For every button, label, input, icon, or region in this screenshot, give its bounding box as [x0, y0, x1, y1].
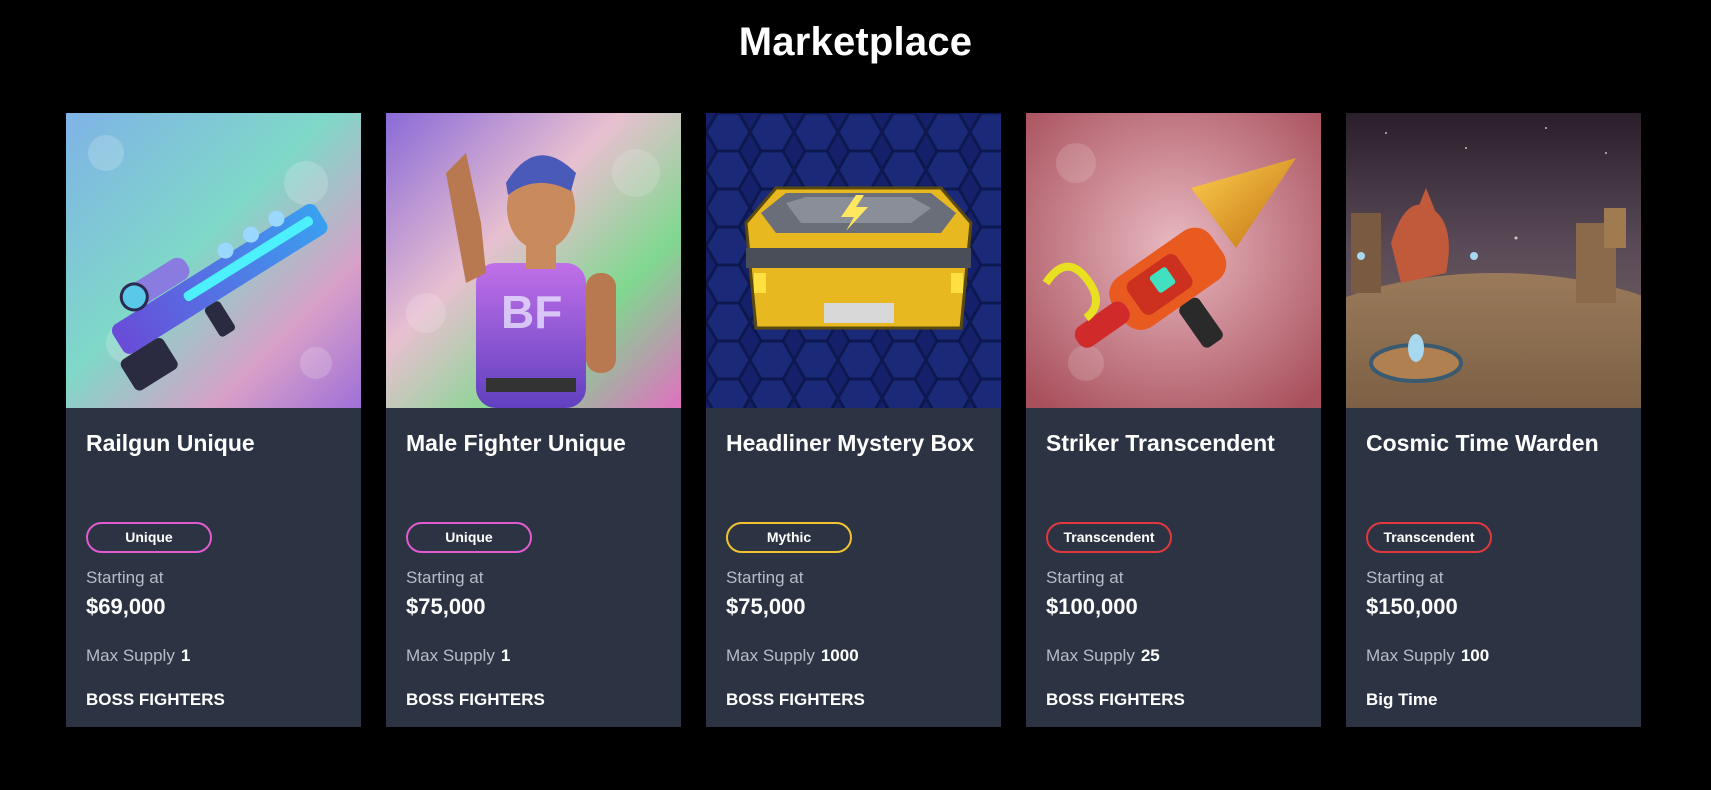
max-supply-value: 1 — [500, 646, 511, 665]
starting-at-label: Starting at — [1366, 568, 1444, 587]
product-card-headliner-mystery-box[interactable]: Headliner Mystery Box Mythic Starting at… — [706, 113, 1001, 727]
drill-gun-weapon-image — [1026, 113, 1321, 408]
rarity-badge: Mythic — [726, 522, 852, 553]
product-card-cosmic-time-warden[interactable]: Cosmic Time Warden Transcendent Starting… — [1346, 113, 1641, 727]
max-supply: Max Supply 100 — [1366, 646, 1489, 666]
svg-text:BF: BF — [501, 286, 562, 338]
brand-name: BOSS FIGHTERS — [1046, 690, 1185, 709]
max-supply-label: Max Supply — [726, 646, 815, 665]
max-supply-value: 100 — [1460, 646, 1490, 665]
rarity-badge: Transcendent — [1366, 522, 1492, 553]
male-fighter-character-image: BF — [386, 113, 681, 408]
max-supply-value: 25 — [1140, 646, 1160, 665]
product-name: Cosmic Time Warden — [1366, 430, 1599, 456]
max-supply-label: Max Supply — [1046, 646, 1135, 665]
max-supply-label: Max Supply — [1366, 646, 1455, 665]
brand-name: BOSS FIGHTERS — [726, 690, 865, 709]
starting-at-label: Starting at — [406, 568, 484, 587]
brand-name: BOSS FIGHTERS — [86, 690, 225, 709]
max-supply-label: Max Supply — [406, 646, 495, 665]
price: $75,000 — [726, 594, 806, 619]
max-supply-value: 1 — [180, 646, 191, 665]
price: $150,000 — [1366, 594, 1458, 619]
product-name: Headliner Mystery Box — [726, 430, 974, 456]
railgun-weapon-image — [66, 113, 361, 408]
starting-at-label: Starting at — [1046, 568, 1124, 587]
product-name: Railgun Unique — [86, 430, 255, 456]
page-title: Marketplace — [738, 20, 973, 64]
brand-name: Big Time — [1366, 690, 1438, 709]
rarity-badge: Unique — [406, 522, 532, 553]
max-supply: Max Supply 1 — [86, 646, 190, 666]
product-card-striker-transcendent[interactable]: Striker Transcendent Transcendent Starti… — [1026, 113, 1321, 727]
product-card-male-fighter-unique[interactable]: BF Male Fighter Unique Unique Starting a… — [386, 113, 681, 727]
starting-at-label: Starting at — [726, 568, 804, 587]
price: $100,000 — [1046, 594, 1138, 619]
rarity-badge: Unique — [86, 522, 212, 553]
starting-at-label: Starting at — [86, 568, 164, 587]
max-supply-value: 1000 — [820, 646, 859, 665]
max-supply: Max Supply 1000 — [726, 646, 859, 666]
max-supply: Max Supply 25 — [1046, 646, 1160, 666]
brand-name: BOSS FIGHTERS — [406, 690, 545, 709]
price: $75,000 — [406, 594, 486, 619]
price: $69,000 — [86, 594, 166, 619]
marketplace-grid: Railgun Unique Unique Starting at $69,00… — [66, 113, 1641, 727]
product-card-railgun-unique[interactable]: Railgun Unique Unique Starting at $69,00… — [66, 113, 361, 727]
product-name: Striker Transcendent — [1046, 430, 1275, 456]
max-supply: Max Supply 1 — [406, 646, 510, 666]
mystery-box-crate-image — [706, 113, 1001, 408]
cosmic-warden-scene-image — [1346, 113, 1641, 408]
max-supply-label: Max Supply — [86, 646, 175, 665]
rarity-badge: Transcendent — [1046, 522, 1172, 553]
product-name: Male Fighter Unique — [406, 430, 626, 456]
